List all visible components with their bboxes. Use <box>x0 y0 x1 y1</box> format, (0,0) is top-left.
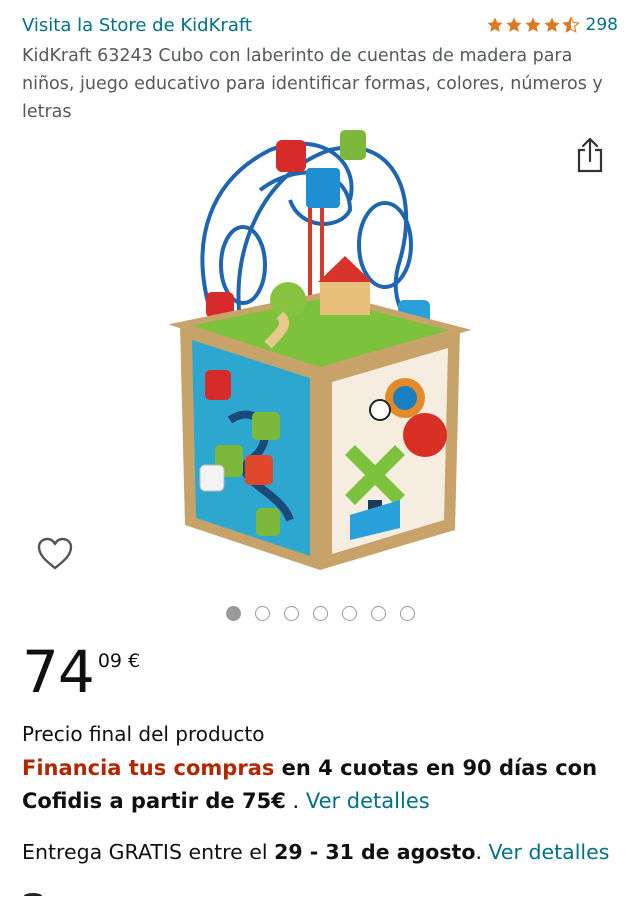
heart-icon[interactable] <box>36 536 74 572</box>
star-half-icon <box>561 16 580 33</box>
financing-info: Financia tus compras en 4 cuotas en 90 d… <box>22 752 610 818</box>
price-fraction: 09 € <box>97 650 141 672</box>
delivery-prefix: Entrega GRATIS entre el <box>22 840 275 864</box>
delivery-info: Entrega GRATIS entre el 29 - 31 de agost… <box>22 840 609 864</box>
financing-details-link[interactable]: Ver detalles <box>306 789 430 813</box>
star-icon <box>506 17 522 32</box>
star-rating <box>486 16 580 34</box>
delivery-details-link[interactable]: Ver detalles <box>489 840 610 864</box>
rating[interactable]: 298 <box>486 15 618 35</box>
gallery-dot[interactable] <box>341 606 357 621</box>
delivery-suffix: . <box>475 840 489 864</box>
product-image[interactable] <box>150 120 490 590</box>
share-icon[interactable] <box>574 136 606 174</box>
location-icon <box>24 893 42 898</box>
gallery-dots <box>0 606 640 621</box>
gallery-dot[interactable] <box>370 606 386 621</box>
price-whole: 74 <box>22 638 95 706</box>
star-icon <box>544 17 560 32</box>
price: 74 09 € <box>22 640 140 704</box>
gallery-dot[interactable] <box>225 606 241 621</box>
rating-count[interactable]: 298 <box>586 15 618 35</box>
financing-link[interactable]: Financia tus compras <box>22 756 274 780</box>
star-icon <box>487 17 503 32</box>
gallery-dot[interactable] <box>283 606 299 621</box>
final-price-label: Precio final del producto <box>22 722 265 746</box>
gallery-dot[interactable] <box>312 606 328 621</box>
financing-separator: . <box>285 789 306 813</box>
store-link[interactable]: Visita la Store de KidKraft <box>22 15 252 36</box>
gallery-dot[interactable] <box>399 606 415 621</box>
star-icon <box>525 17 541 32</box>
product-title: KidKraft 63243 Cubo con laberinto de cue… <box>22 46 603 122</box>
gallery-dot[interactable] <box>254 606 270 621</box>
delivery-dates: 29 - 31 de agosto <box>274 840 476 864</box>
store-row: Visita la Store de KidKraft 298 <box>22 12 618 38</box>
